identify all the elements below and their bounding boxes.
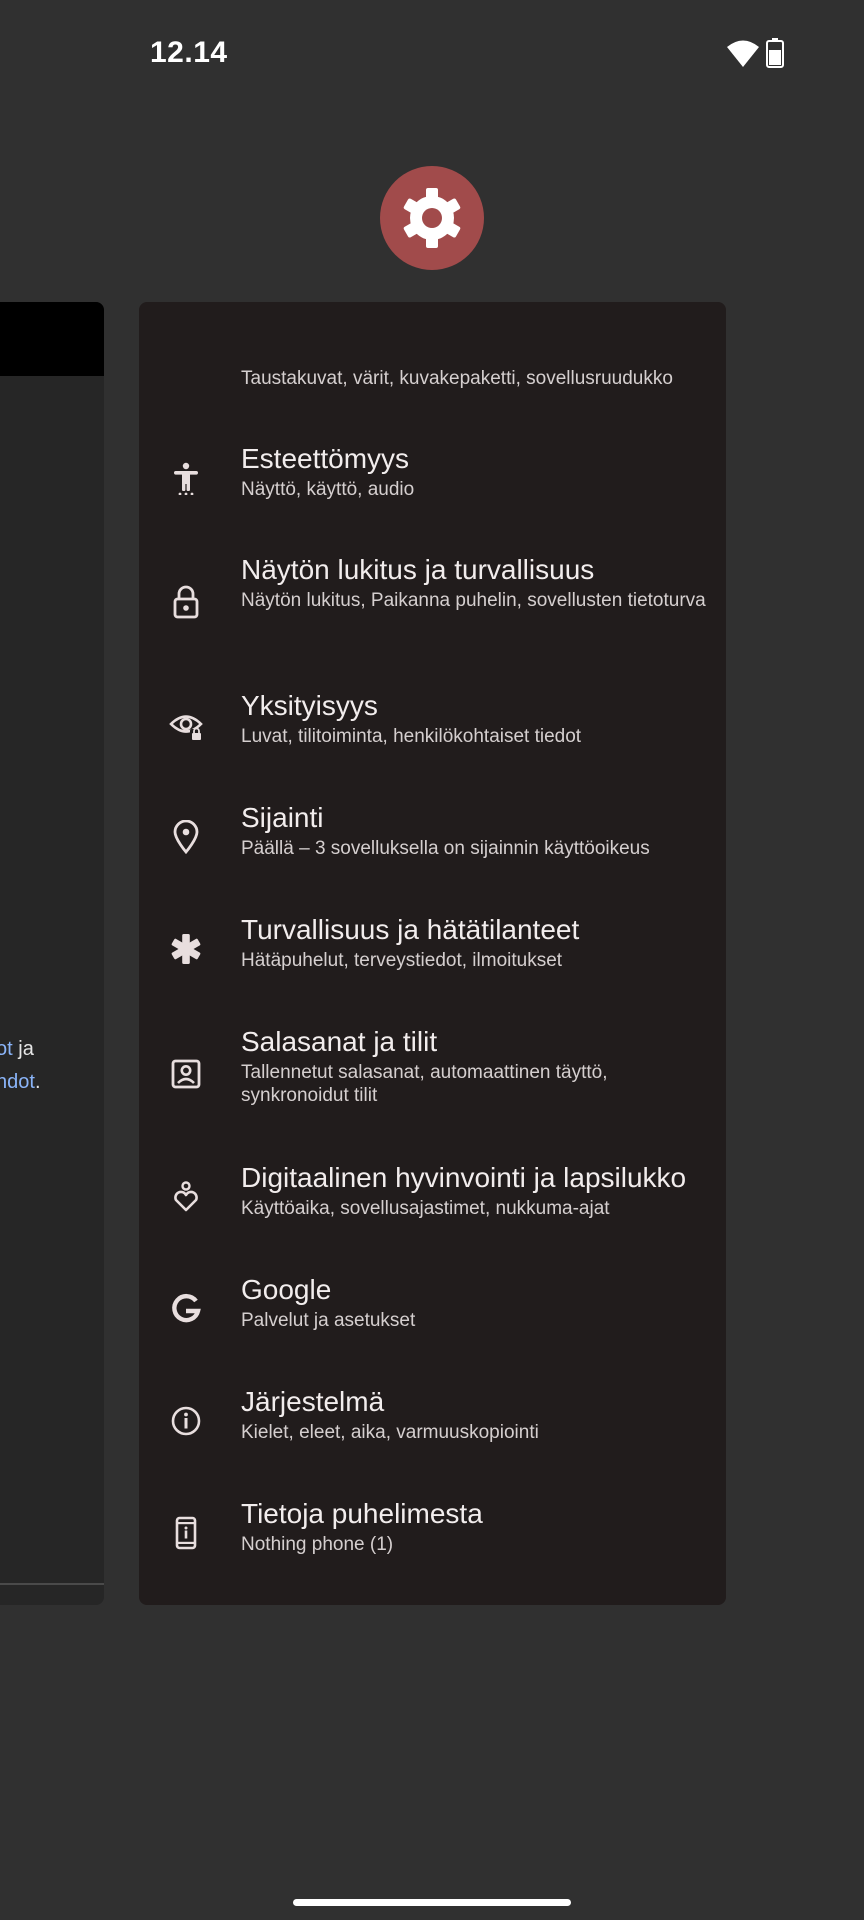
setting-item-digital-wellbeing[interactable]: Digitaalinen hyvinvointi ja lapsilukko K…	[139, 1161, 726, 1233]
phone-info-icon	[175, 1516, 197, 1550]
left-card-header	[0, 302, 104, 376]
setting-item-google[interactable]: Google Palvelut ja asetukset	[139, 1273, 726, 1345]
setting-subtitle: Käyttöaika, sovellusajastimet, nukkuma-a…	[241, 1198, 610, 1219]
wellbeing-icon	[174, 1181, 198, 1212]
settings-gear-icon	[403, 188, 461, 248]
setting-subtitle: Luvat, tilitoiminta, henkilökohtaiset ti…	[241, 726, 582, 747]
left-card-text-line-2: hdot.	[0, 1071, 41, 1094]
left-card-link-1[interactable]: ot	[0, 1038, 13, 1060]
setting-subtitle: Tallennetut salasanat, automaattinen täy…	[241, 1062, 608, 1106]
privacy-eye-icon	[169, 715, 203, 740]
accessibility-icon	[174, 462, 198, 495]
left-card-divider	[0, 1583, 104, 1585]
partial-item-subtitle: Taustakuvat, värit, kuvakepaketti, sovel…	[241, 368, 673, 389]
battery-icon	[766, 38, 784, 68]
setting-title: Digitaalinen hyvinvointi ja lapsilukko	[241, 1162, 687, 1193]
setting-title: Google	[241, 1274, 332, 1305]
setting-item-accessibility[interactable]: Esteettömyys Näyttö, käyttö, audio	[139, 442, 726, 514]
status-time: 12.14	[150, 36, 228, 69]
status-bar: 12.14	[0, 0, 864, 110]
left-card-link-2[interactable]: hdot	[0, 1071, 35, 1093]
wifi-icon	[727, 40, 759, 67]
recent-app-card-left[interactable]: ot ja hdot.	[0, 302, 104, 1605]
setting-item-privacy[interactable]: Yksityisyys Luvat, tilitoiminta, henkilö…	[139, 689, 726, 761]
setting-subtitle: Päällä – 3 sovelluksella on sijainnin kä…	[241, 838, 650, 859]
settings-app-card[interactable]: Taustakuvat, värit, kuvakepaketti, sovel…	[139, 302, 726, 1605]
setting-item-lock-screen-security[interactable]: Näytön lukitus ja turvallisuus Näytön lu…	[139, 553, 726, 650]
setting-title: Esteettömyys	[241, 443, 410, 474]
gesture-navigation-handle[interactable]	[293, 1899, 571, 1906]
settings-app-icon[interactable]	[380, 166, 484, 270]
google-icon	[172, 1293, 201, 1323]
setting-title: Sijainti	[241, 802, 324, 833]
setting-subtitle: Näyttö, käyttö, audio	[241, 479, 415, 500]
setting-title: Salasanat ja tilit	[241, 1026, 438, 1057]
setting-subtitle: Palvelut ja asetukset	[241, 1310, 416, 1331]
account-box-icon	[171, 1059, 201, 1088]
setting-item-about-phone[interactable]: Tietoja puhelimesta Nothing phone (1)	[139, 1497, 726, 1569]
setting-subtitle: Hätäpuhelut, terveystiedot, ilmoitukset	[241, 950, 563, 971]
setting-subtitle: Nothing phone (1)	[241, 1534, 394, 1555]
emergency-asterisk-icon	[171, 934, 201, 964]
setting-item-safety-emergency[interactable]: Turvallisuus ja hätätilanteet Hätäpuhelu…	[139, 913, 726, 985]
setting-item-passwords-accounts[interactable]: Salasanat ja tilit Tallennetut salasanat…	[139, 1025, 726, 1122]
setting-item-system[interactable]: Järjestelmä Kielet, eleet, aika, varmuus…	[139, 1385, 726, 1457]
setting-title: Järjestelmä	[241, 1386, 385, 1417]
setting-subtitle: Kielet, eleet, aika, varmuuskopiointi	[241, 1422, 539, 1443]
setting-title: Tietoja puhelimesta	[241, 1498, 483, 1529]
setting-title: Turvallisuus ja hätätilanteet	[241, 914, 580, 945]
setting-item-location[interactable]: Sijainti Päällä – 3 sovelluksella on sij…	[139, 801, 726, 873]
lock-icon	[173, 585, 199, 618]
info-icon	[171, 1406, 201, 1436]
setting-title: Yksityisyys	[241, 690, 378, 721]
location-pin-icon	[173, 820, 199, 854]
left-card-text-line-1: ot ja	[0, 1038, 34, 1061]
setting-subtitle: Näytön lukitus, Paikanna puhelin, sovell…	[241, 590, 706, 611]
setting-title: Näytön lukitus ja turvallisuus	[241, 554, 595, 585]
